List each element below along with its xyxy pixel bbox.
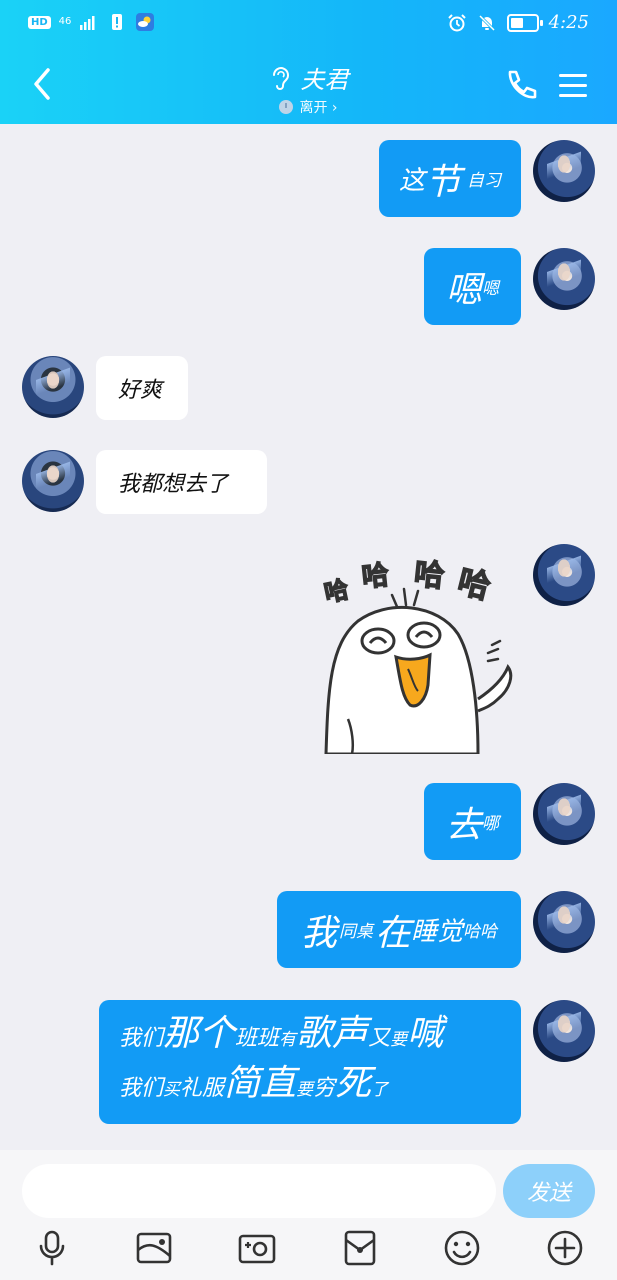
svg-text:哈: 哈	[322, 575, 351, 607]
message-bubble[interactable]: 我 同桌 在 睡觉 哈哈	[277, 891, 521, 968]
red-packet-icon	[344, 1230, 376, 1266]
plus-icon	[547, 1230, 583, 1266]
message-bubble[interactable]: 我们 那个 班班 有 歌声 又 要 喊 我们 买 礼服 简直 要 穷 死 了	[99, 1000, 521, 1124]
voice-button[interactable]	[32, 1228, 72, 1268]
clock: 4:25	[548, 12, 589, 33]
network-type: 46	[58, 16, 72, 27]
message-bubble[interactable]: 嗯 嗯	[424, 248, 521, 325]
hd-badge: HD	[28, 15, 51, 29]
message-list[interactable]: 这 节 自习 嗯 嗯 好爽 我都想去了 哈 哈 哈 哈 去 哪 我 同桌 在 睡…	[0, 124, 617, 1150]
message-input[interactable]	[22, 1164, 496, 1218]
contact-name: 夫君	[300, 66, 349, 94]
contact-status: 离开 ›	[299, 100, 338, 116]
my-avatar[interactable]	[533, 891, 595, 953]
my-avatar[interactable]	[533, 248, 595, 310]
image-icon	[136, 1232, 172, 1264]
photo-button[interactable]	[134, 1228, 174, 1268]
microphone-icon	[39, 1230, 65, 1266]
svg-text:哈: 哈	[360, 560, 390, 594]
call-button[interactable]	[500, 66, 540, 106]
message-line: 我们 那个 班班 有 歌声 又 要 喊	[119, 1013, 444, 1054]
svg-text:哈: 哈	[454, 562, 494, 607]
sim-alert-icon	[112, 14, 123, 30]
ear-icon	[272, 66, 289, 90]
contact-avatar[interactable]	[22, 356, 84, 418]
status-bar: HD 46 4:25	[0, 0, 617, 46]
menu-button[interactable]	[556, 68, 590, 102]
hamburger-menu-icon	[559, 74, 587, 97]
sticker-message[interactable]: 哈 哈 哈 哈	[318, 549, 528, 756]
camera-icon	[238, 1234, 276, 1264]
my-avatar[interactable]	[533, 140, 595, 202]
red-packet-button[interactable]	[340, 1228, 380, 1268]
more-button[interactable]	[545, 1228, 585, 1268]
my-avatar[interactable]	[533, 783, 595, 845]
message-line: 我们 买 礼服 简直 要 穷 死 了	[119, 1063, 389, 1104]
signal-icon	[80, 16, 95, 30]
camera-button[interactable]	[237, 1228, 277, 1268]
emoji-button[interactable]	[442, 1228, 482, 1268]
message-bubble[interactable]: 好爽	[96, 356, 188, 420]
weather-icon	[136, 13, 155, 31]
composer: 发送	[0, 1150, 617, 1280]
away-status-icon	[279, 100, 294, 114]
emoji-icon	[444, 1230, 480, 1266]
message-bubble[interactable]: 我都想去了	[96, 450, 267, 514]
mute-bell-icon	[478, 14, 495, 31]
chat-header: HD 46 4:25 夫君 离开 ›	[0, 0, 617, 124]
phone-icon	[508, 70, 537, 99]
svg-text:哈: 哈	[412, 557, 445, 595]
my-avatar[interactable]	[533, 1000, 595, 1062]
battery-icon	[506, 13, 543, 32]
contact-avatar[interactable]	[22, 450, 84, 512]
my-avatar[interactable]	[533, 544, 595, 606]
message-bubble[interactable]: 这 节 自习	[379, 140, 521, 217]
message-bubble[interactable]: 去 哪	[424, 783, 521, 860]
alarm-icon	[447, 13, 466, 31]
laughing-duck-sticker: 哈 哈 哈 哈	[321, 556, 513, 756]
send-button[interactable]: 发送	[503, 1164, 595, 1218]
